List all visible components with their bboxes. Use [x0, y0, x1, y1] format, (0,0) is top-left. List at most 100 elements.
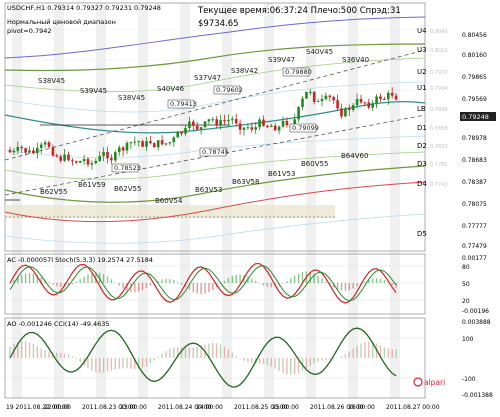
candle-body — [59, 156, 62, 161]
day-band — [222, 3, 232, 398]
candle-body — [8, 150, 12, 153]
candle-body — [219, 120, 222, 126]
candle-body — [24, 148, 27, 153]
candle-body — [98, 156, 101, 161]
candle-body — [125, 142, 129, 151]
chart-canvas[interactable]: 0.79413 0.79602 0.79880 0.79099 0.78745 … — [0, 0, 500, 413]
volume-label: S38V45 — [38, 77, 65, 85]
candle-body — [145, 141, 148, 147]
volume-label: S39V45 — [80, 87, 107, 95]
candle-body — [215, 119, 218, 126]
status-line: Текущее время:06:37:24 Плечо:500 Спрэд:3… — [197, 6, 401, 16]
axis-tick: 0.78683 — [462, 157, 487, 164]
candle-body — [316, 101, 320, 103]
level-name-d2: D2 — [417, 142, 427, 150]
level-name-u4: U4 — [417, 27, 427, 35]
candle-body — [141, 141, 144, 147]
candle-body — [106, 152, 109, 159]
candle-body — [102, 152, 105, 157]
level-name-u3: U3 — [417, 46, 427, 54]
candle-body — [305, 91, 308, 99]
axis-tick: 0.80160 — [462, 52, 487, 59]
candle-body — [262, 119, 265, 126]
candle-body — [324, 95, 328, 99]
day-band — [306, 3, 316, 398]
candle-body — [168, 142, 172, 144]
time-tick: 23 00:00 — [120, 404, 147, 411]
volume-label: B62V55 — [40, 188, 67, 196]
candle-body — [227, 120, 230, 122]
level-price: 0.7858 — [430, 126, 448, 132]
time-tick: 2011.08.27 00:00 — [386, 404, 440, 411]
candle-body — [71, 160, 74, 162]
volume-label: S40V46 — [157, 85, 185, 93]
candle-body — [231, 119, 234, 121]
level-prices: 0.8049 0.8010 0.7972 0.7934 0.7896 0.785… — [430, 29, 448, 188]
day-band — [390, 3, 400, 398]
level-name-d1: D1 — [417, 124, 427, 132]
axis-tick: 20 — [462, 298, 470, 305]
axis-tick: 0.77479 — [462, 243, 487, 250]
candle-body — [110, 158, 113, 161]
trading-terminal-chart[interactable]: 0.79413 0.79602 0.79880 0.79099 0.78745 … — [0, 0, 500, 413]
candle-body — [383, 98, 386, 100]
candle-body — [156, 140, 160, 148]
candle-body — [51, 147, 55, 156]
range-zone — [5, 205, 335, 218]
volume-label: B63V58 — [232, 178, 259, 186]
volume-label: B64V60 — [341, 152, 368, 160]
cci-panel-label: AO -0.001246 CCI(14) -49.4635 — [7, 320, 110, 328]
candle-body — [285, 120, 289, 126]
candle-body — [375, 96, 378, 104]
axis-tick: 0.77777 — [462, 223, 487, 230]
candle-body — [153, 143, 156, 148]
price-label: 0.79413 — [170, 100, 197, 108]
volume-label: S38V45 — [118, 94, 145, 102]
price-label: 0.79099 — [292, 124, 319, 132]
candle-body — [336, 100, 339, 109]
time-tick: 24 00:00 — [196, 404, 223, 411]
candle-body — [32, 150, 35, 154]
candle-body — [332, 97, 335, 101]
candle-body — [55, 155, 59, 157]
candle-body — [320, 98, 324, 102]
candle-body — [75, 161, 78, 163]
candle-body — [28, 150, 31, 153]
candle-body — [86, 158, 90, 165]
candle-body — [188, 121, 191, 129]
volume-label: B62V55 — [114, 185, 141, 193]
candle-body — [238, 123, 242, 130]
axis-tick: 50 — [462, 281, 470, 288]
candle-body — [176, 131, 179, 138]
candle-body — [297, 107, 300, 120]
candle-body — [114, 152, 117, 161]
price-label: 0.79602 — [216, 86, 243, 94]
axis-tick: 0.78075 — [462, 201, 487, 208]
level-name-d5: D5 — [417, 230, 427, 238]
time-tick: 25 00:00 — [272, 404, 299, 411]
candle-body — [129, 142, 133, 144]
candle-body — [351, 105, 355, 110]
level-price: 0.7820 — [430, 144, 448, 150]
balance-label: $9734.65 — [198, 19, 239, 29]
candle-body — [211, 119, 215, 121]
candle-body — [359, 98, 363, 103]
volume-label: S36V40 — [342, 56, 369, 64]
candle-body — [312, 91, 316, 102]
level-price: 0.7972 — [430, 70, 448, 76]
price-label: 0.78523 — [114, 164, 141, 172]
candle-body — [78, 161, 82, 163]
candle-body — [390, 92, 394, 96]
candle-body — [250, 127, 254, 130]
candle-body — [242, 127, 246, 130]
current-price: 0.79248 — [462, 113, 489, 121]
candle-body — [266, 125, 269, 127]
level-name-u1: U1 — [417, 84, 427, 92]
candle-body — [82, 158, 86, 162]
price-label: 0.78745 — [202, 148, 229, 156]
range-label: Нормальный ценовой диапазон — [7, 18, 116, 26]
candle-body — [39, 144, 43, 149]
candle-body — [379, 96, 382, 99]
axis-tick: 0.79569 — [462, 96, 487, 103]
candle-body — [43, 142, 47, 145]
